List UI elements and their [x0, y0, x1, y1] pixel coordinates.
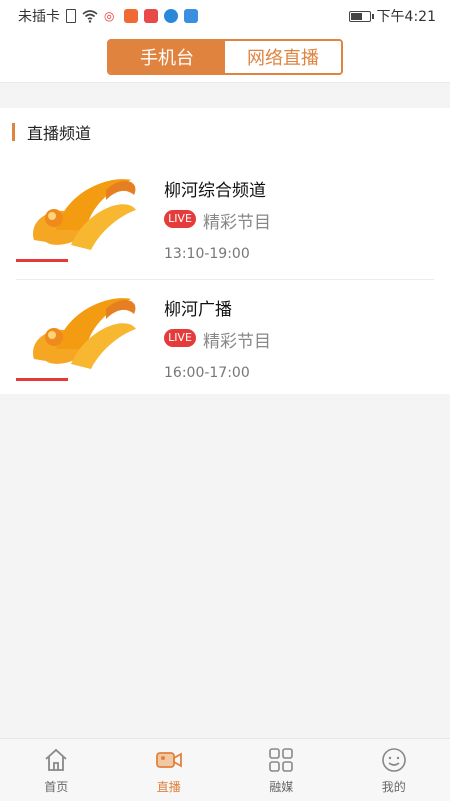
channel-divider [16, 279, 434, 280]
channel-logo-icon [16, 170, 152, 260]
carrier-text: 未插卡 [18, 6, 60, 26]
live-channels-section: 直播频道 柳河综合频道 LIVE 精彩节目 13:10-19:00 [0, 108, 450, 394]
nav-item-media[interactable]: 融媒 [225, 739, 338, 801]
status-left: 未插卡 ◎ [18, 6, 198, 26]
channel-item[interactable]: 柳河广播 LIVE 精彩节目 16:00-17:00 [0, 281, 450, 399]
nav-label-home: 首页 [44, 778, 68, 795]
nav-label-live: 直播 [157, 778, 181, 795]
home-icon [42, 746, 70, 774]
channel-thumbnail [16, 289, 152, 379]
nav-item-home[interactable]: 首页 [0, 739, 113, 801]
tab-mobile-station[interactable]: 手机台 [109, 41, 225, 73]
tab-web-live[interactable]: 网络直播 [225, 41, 341, 73]
video-camera-icon [155, 746, 183, 774]
channel-name: 柳河综合频道 [164, 176, 266, 201]
browser-notification-icon [164, 9, 178, 23]
channel-program: 精彩节目 [203, 208, 271, 233]
nav-item-live[interactable]: 直播 [113, 739, 226, 801]
channel-time: 13:10-19:00 [164, 246, 250, 262]
live-badge: LIVE [164, 329, 196, 347]
mail-notification-icon [144, 9, 158, 23]
wifi-icon [82, 9, 98, 23]
channel-program: 精彩节目 [203, 327, 271, 352]
sim-icon [66, 9, 76, 23]
battery-level [351, 13, 363, 20]
channel-item[interactable]: 柳河综合频道 LIVE 精彩节目 13:10-19:00 [0, 162, 450, 280]
channel-thumbnail [16, 170, 152, 260]
thumbnail-underline [16, 259, 68, 262]
clock-text: 下午4:21 [377, 6, 436, 26]
nav-label-mine: 我的 [382, 778, 406, 795]
nav-item-mine[interactable]: 我的 [338, 739, 450, 801]
grid-icon [267, 746, 295, 774]
battery-icon [349, 11, 371, 22]
channel-name: 柳河广播 [164, 295, 232, 320]
live-badge: LIVE [164, 210, 196, 228]
top-header: 手机台 网络直播 [0, 32, 450, 83]
bottom-nav: 首页 直播 融媒 我的 [0, 738, 450, 801]
channel-logo-icon [16, 289, 152, 379]
section-header: 直播频道 [12, 122, 91, 142]
status-right: 下午4:21 [349, 6, 436, 26]
group-notification-icon [184, 9, 198, 23]
status-bar: 未插卡 ◎ 下午4:21 [0, 0, 450, 32]
thumbnail-underline [16, 378, 68, 381]
source-segmented-control: 手机台 网络直播 [107, 39, 343, 75]
channel-time: 16:00-17:00 [164, 365, 250, 381]
weibo-icon: ◎ [104, 9, 118, 23]
section-accent-bar [12, 123, 15, 141]
app-notification-icon [124, 9, 138, 23]
section-title: 直播频道 [27, 120, 91, 144]
smiley-icon [380, 746, 408, 774]
nav-label-media: 融媒 [269, 778, 293, 795]
